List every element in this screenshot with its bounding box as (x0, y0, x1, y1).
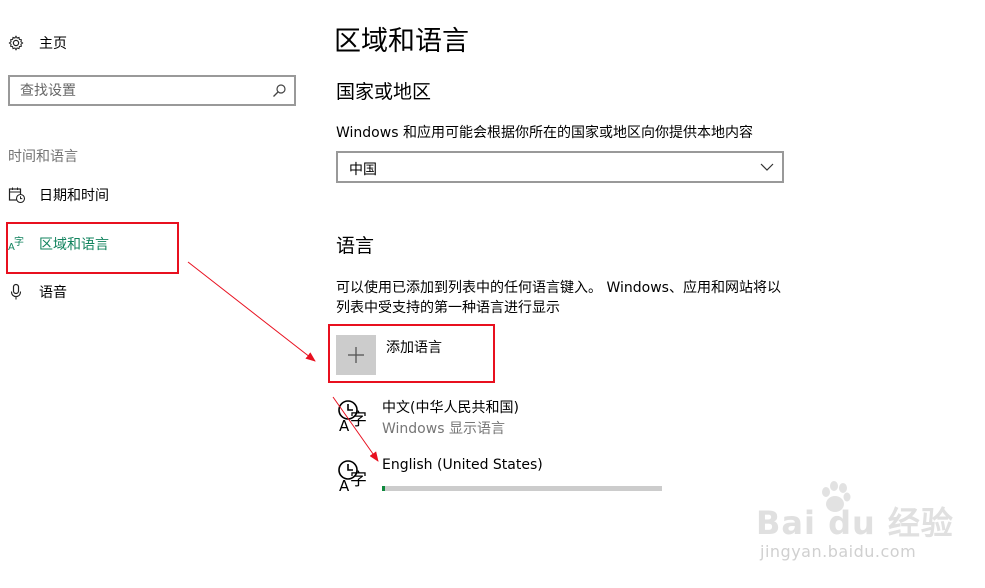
sidebar-item-region-language[interactable]: A 字 区域和语言 (8, 232, 208, 256)
sidebar-item-label: 区域和语言 (39, 237, 109, 253)
country-heading: 国家或地区 (336, 81, 432, 103)
language-description: 可以使用已添加到列表中的任何语言键入。 Windows、应用和网站将以列表中受支… (336, 280, 781, 316)
chevron-down-icon (760, 163, 774, 171)
calendar-clock-icon (8, 187, 26, 204)
language-icon: A 字 (8, 235, 24, 253)
search-input[interactable] (20, 81, 265, 101)
search-icon[interactable] (271, 83, 287, 99)
svg-text:字: 字 (350, 470, 367, 490)
add-language-label: 添加语言 (386, 340, 442, 356)
download-progress-fill (382, 486, 385, 491)
plus-icon (348, 347, 364, 363)
svg-text:字: 字 (14, 235, 24, 248)
add-language-button[interactable]: 添加语言 (336, 335, 636, 375)
svg-text:A: A (339, 477, 350, 493)
sidebar-item-label: 日期和时间 (39, 188, 109, 204)
country-description: Windows 和应用可能会根据你所在的国家或地区向你提供本地内容 (336, 125, 753, 141)
language-item-chinese[interactable]: A 字 中文(中华人民共和国) Windows 显示语言 (336, 397, 696, 439)
plus-box (336, 335, 376, 375)
language-clock-icon: A 字 (338, 460, 367, 493)
home-label: 主页 (39, 36, 67, 52)
language-item-english[interactable]: A 字 English (United States) (336, 457, 696, 499)
language-subtitle: Windows 显示语言 (382, 421, 505, 437)
svg-text:A: A (339, 417, 350, 433)
gear-icon (8, 35, 24, 51)
search-box (8, 75, 296, 106)
svg-text:字: 字 (350, 410, 367, 430)
sidebar: 主页 时间和语言 日期和时间 A 字 区域和语言 (0, 0, 320, 588)
sidebar-item-label: 语音 (39, 285, 67, 301)
section-heading: 时间和语言 (8, 149, 78, 165)
sidebar-item-speech[interactable]: 语音 (8, 280, 208, 304)
main-content: 区域和语言 国家或地区 Windows 和应用可能会根据你所在的国家或地区向你提… (320, 0, 985, 588)
country-select[interactable]: 中国 (336, 151, 784, 183)
language-name: 中文(中华人民共和国) (382, 400, 519, 416)
language-heading: 语言 (336, 235, 375, 257)
sidebar-item-date-time[interactable]: 日期和时间 (8, 183, 208, 207)
download-progress-bar (382, 486, 662, 491)
language-clock-icon: A 字 (338, 400, 367, 433)
country-select-value: 中国 (349, 162, 377, 178)
language-name: English (United States) (382, 457, 543, 473)
page-title: 区域和语言 (334, 26, 469, 57)
microphone-icon (10, 283, 22, 300)
